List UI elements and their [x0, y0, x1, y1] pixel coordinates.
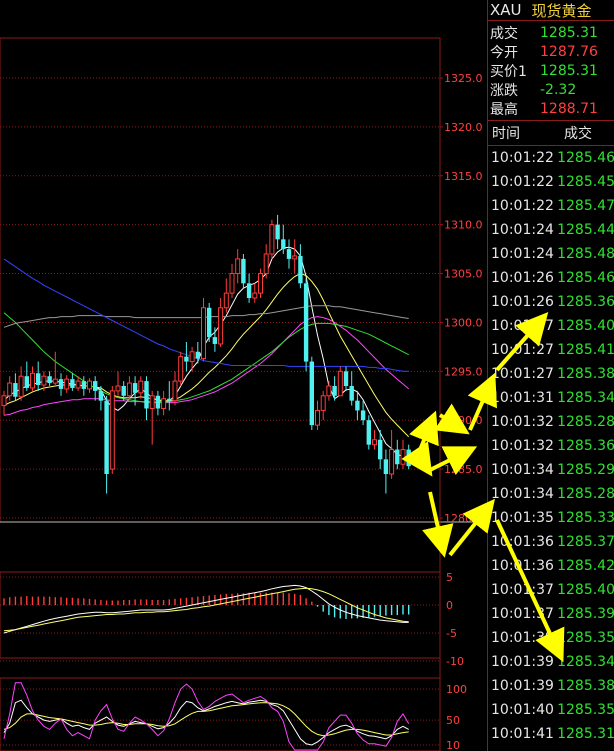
- arrow-up-3: [495, 312, 549, 372]
- annotation-arrows: [401, 312, 565, 663]
- arrow-right-2: [429, 446, 478, 476]
- arrow-group: [401, 312, 565, 663]
- arrow-down-3: [495, 519, 565, 663]
- arrow-right-1: [434, 403, 470, 435]
- arrow-down-1: [401, 441, 433, 477]
- arrow-down-2: [422, 491, 454, 558]
- arrow-up-4: [448, 498, 495, 557]
- arrow-up-1: [409, 410, 439, 451]
- arrow-up-2: [467, 372, 497, 431]
